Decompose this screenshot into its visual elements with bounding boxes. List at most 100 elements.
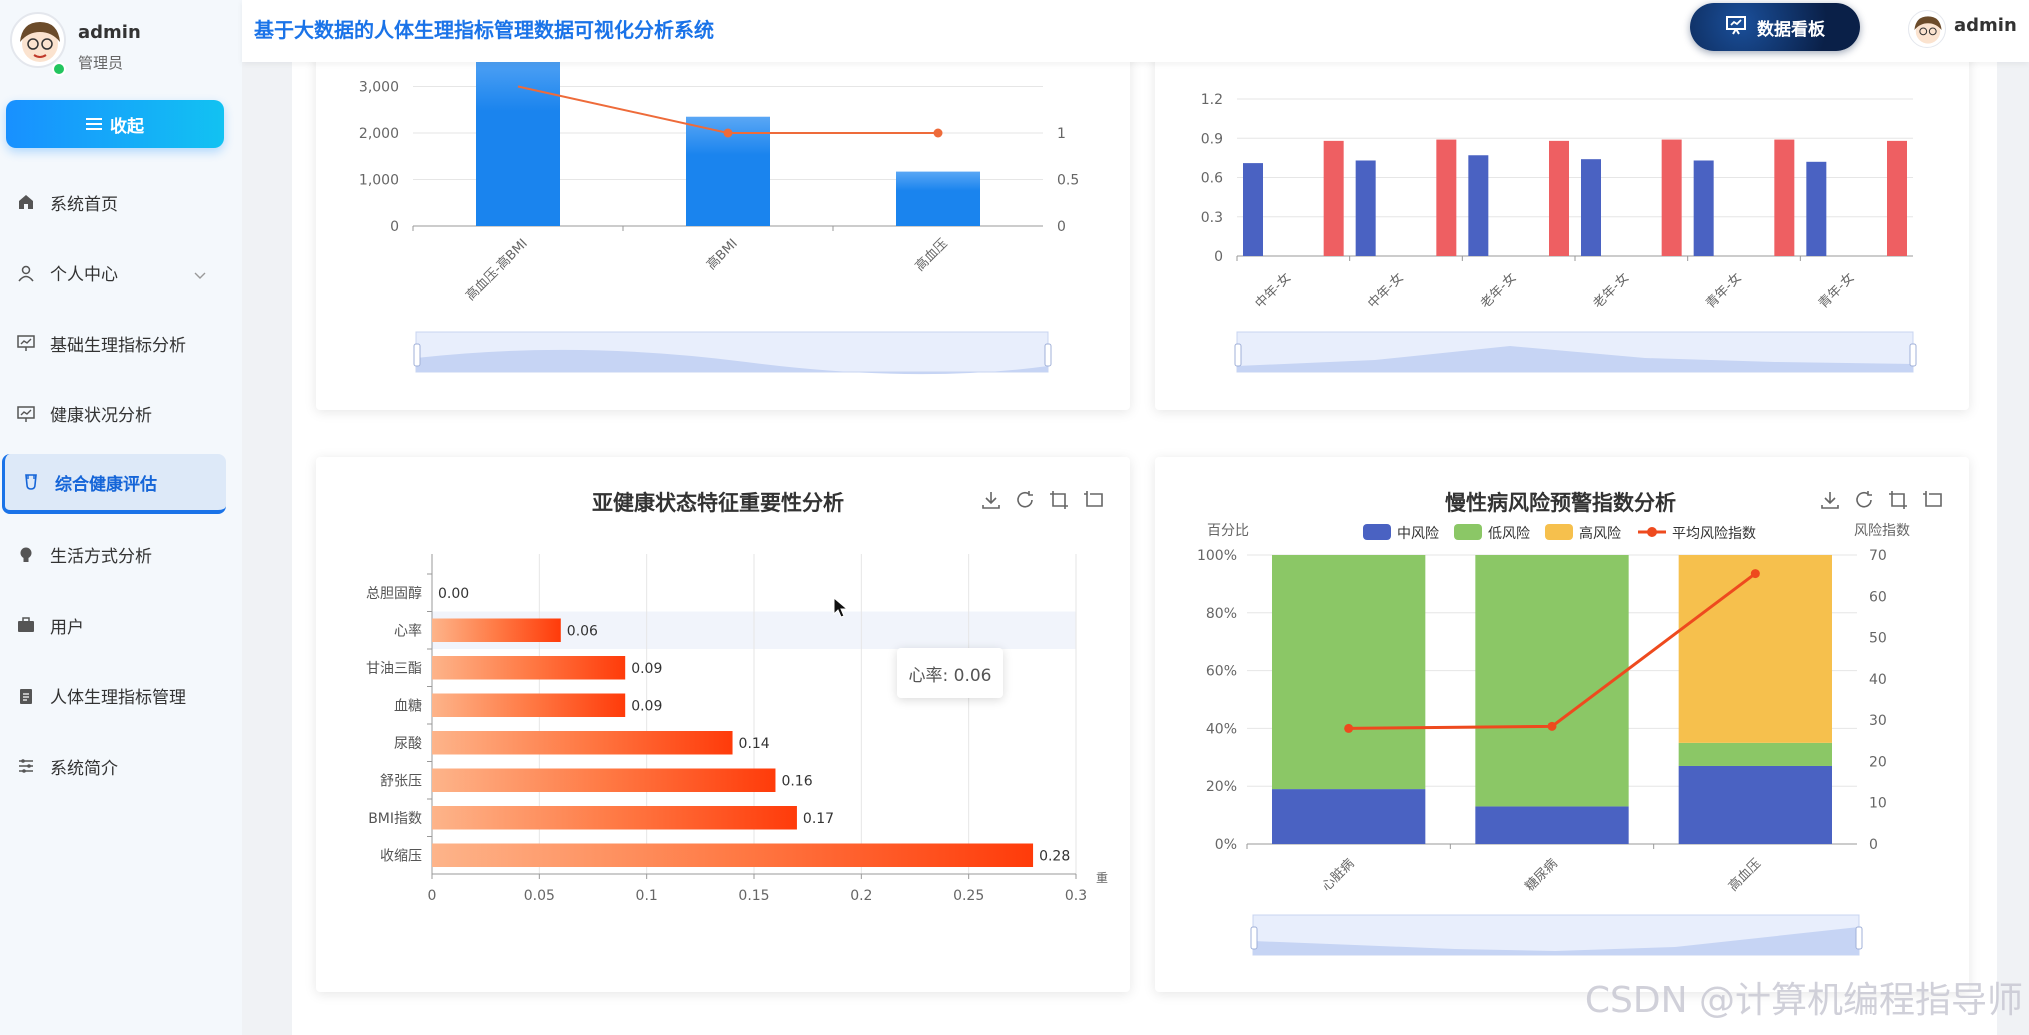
sidebar-item-7[interactable]: 人体生理指标管理 xyxy=(0,666,242,726)
dashboard-button[interactable]: 数据看板 xyxy=(1690,3,1860,51)
bar xyxy=(432,693,626,717)
collapse-sidebar-button[interactable]: 收起 xyxy=(6,100,224,148)
sidebar-item-3[interactable]: 健康状况分析 xyxy=(0,384,242,444)
data-label: 0.14 xyxy=(739,736,770,752)
chart-board-icon xyxy=(16,404,36,424)
sidebar-item-label: 健康状况分析 xyxy=(50,406,152,426)
online-status-dot xyxy=(52,62,66,76)
y-tick-label: 0.6 xyxy=(1201,171,1223,187)
y-tick-label: 100% xyxy=(1197,548,1237,564)
presentation-icon xyxy=(1725,15,1747,40)
line-point xyxy=(723,128,733,138)
data-label: 0.09 xyxy=(631,698,662,714)
chart-toolbox xyxy=(1819,489,1943,511)
bar xyxy=(1243,163,1263,256)
legend-swatch xyxy=(1454,524,1482,540)
chart-title-chronic-risk: 慢性病风险预警指数分析 xyxy=(1445,491,1676,515)
y2-tick-label: 0 xyxy=(1869,837,1878,853)
zoom-reset-icon[interactable] xyxy=(1082,489,1104,511)
y-tick-label: 0.3 xyxy=(1201,210,1223,226)
bar xyxy=(1355,160,1376,256)
legend-label: 低风险 xyxy=(1488,526,1530,542)
y-tick-label: 80% xyxy=(1206,606,1237,622)
x-tick-label: 0.3 xyxy=(1065,888,1087,904)
y2-tick-label: 20 xyxy=(1869,754,1887,770)
sliders-icon xyxy=(16,756,36,776)
zoom-icon[interactable] xyxy=(1887,489,1909,511)
line-point xyxy=(1547,721,1557,731)
y-tick-label: BMI指数 xyxy=(368,811,422,827)
legend-label: 平均风险指数 xyxy=(1672,526,1756,542)
sidebar-item-5[interactable]: 生活方式分析 xyxy=(0,525,242,585)
avatar[interactable] xyxy=(10,12,66,68)
legend-label: 中风险 xyxy=(1397,526,1439,542)
header-avatar[interactable] xyxy=(1908,10,1946,48)
y2-tick-label: 50 xyxy=(1869,631,1887,647)
sidebar-item-1[interactable]: 个人中心 xyxy=(0,243,242,303)
app-title: 基于大数据的人体生理指标管理数据可视化分析系统 xyxy=(254,18,714,42)
x-tick-label: 0.15 xyxy=(738,888,769,904)
download-icon[interactable] xyxy=(980,489,1002,511)
x-tick-label: 0.1 xyxy=(636,888,658,904)
y-tick-label: 尿酸 xyxy=(394,736,422,752)
data-label: 0.16 xyxy=(781,773,812,789)
bar xyxy=(476,49,560,226)
stacked-bar xyxy=(1678,555,1832,743)
line-point xyxy=(1750,569,1760,579)
datazoom-handle-right xyxy=(1855,926,1863,950)
x-tick-label: 0.25 xyxy=(953,888,984,904)
x-tick-label: 高血压-高BMI xyxy=(462,236,530,304)
sidebar-menu: 系统首页个人中心基础生理指标分析健康状况分析综合健康评估 生活方式分析 用户人体生理… xyxy=(0,172,242,807)
x-tick-label: 高血压 xyxy=(912,236,951,275)
x-axis-label: 重 xyxy=(1096,871,1108,885)
dashboard-label: 数据看板 xyxy=(1757,19,1825,40)
bar xyxy=(432,656,626,680)
y2-tick-label: 60 xyxy=(1869,589,1887,605)
sidebar-user-role: 管理员 xyxy=(78,54,124,72)
legend-line-point xyxy=(1647,527,1657,537)
bar xyxy=(1806,161,1827,256)
y2-tick-label: 70 xyxy=(1869,548,1887,564)
legend-swatch xyxy=(1363,524,1391,540)
stacked-bar xyxy=(1272,555,1426,790)
y-tick-label: 40% xyxy=(1206,721,1237,737)
refresh-icon[interactable] xyxy=(1853,489,1875,511)
x-tick-label: 糖尿病 xyxy=(1522,856,1561,895)
sidebar-item-8[interactable]: 系统简介 xyxy=(0,736,242,796)
y-tick-label: 2,000 xyxy=(359,126,399,142)
sidebar-item-0[interactable]: 系统首页 xyxy=(0,172,242,232)
y-tick-label: 心率 xyxy=(394,622,422,639)
sidebar-item-label: 个人中心 xyxy=(50,265,118,285)
stacked-bar xyxy=(1475,555,1629,807)
y2-tick-label: 40 xyxy=(1869,672,1887,688)
header-user-name[interactable]: admin xyxy=(1954,15,2017,36)
y-tick-label: 60% xyxy=(1206,664,1237,680)
bar xyxy=(432,843,1034,867)
home-icon xyxy=(16,192,36,212)
x-tick-label: 0.05 xyxy=(524,888,555,904)
download-icon[interactable] xyxy=(1819,489,1841,511)
bar xyxy=(1436,139,1457,256)
refresh-icon[interactable] xyxy=(1014,489,1036,511)
bar xyxy=(1323,140,1344,256)
sidebar-user-panel: admin 管理员 xyxy=(10,12,235,82)
sidebar-item-6[interactable]: 用户 xyxy=(0,595,242,655)
zoom-reset-icon[interactable] xyxy=(1921,489,1943,511)
data-label: 0.06 xyxy=(567,623,598,639)
x-tick-label: 老年-女 xyxy=(1477,270,1519,312)
data-label: 0.09 xyxy=(631,661,662,677)
x-tick-label: 0.2 xyxy=(850,888,872,904)
sidebar-item-4[interactable]: 综合健康评估 xyxy=(2,454,226,514)
sidebar-item-label: 系统简介 xyxy=(50,758,118,779)
bar xyxy=(1661,139,1682,256)
collapse-label: 收起 xyxy=(110,116,144,136)
stacked-bar xyxy=(1678,765,1832,844)
sidebar-item-2[interactable]: 基础生理指标分析 xyxy=(0,313,242,373)
datazoom-handle-left xyxy=(1234,343,1242,367)
y2-tick-label: 1 xyxy=(1057,126,1066,142)
bar-line-chart-top-left: 0 1,000 2,000 3,000 0 0.5 1 高血压-高BMI 高BMI 高血压 xyxy=(359,49,1079,375)
y-tick-label: 1.2 xyxy=(1201,92,1223,108)
zoom-icon[interactable] xyxy=(1048,489,1070,511)
y-tick-label: 0 xyxy=(1214,249,1223,265)
bar xyxy=(896,171,980,226)
